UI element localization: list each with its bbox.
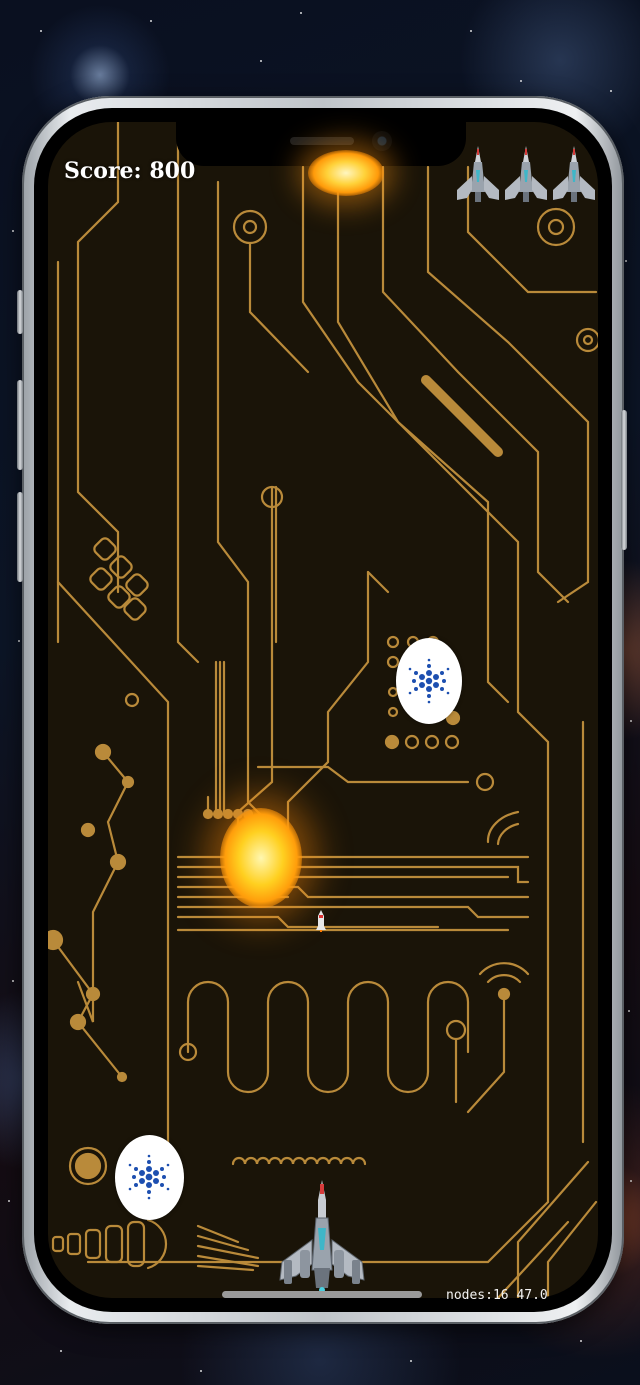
star [40, 30, 42, 32]
game-screen[interactable] [48, 122, 598, 1298]
home-indicator[interactable] [222, 1291, 422, 1298]
missile-icon [316, 910, 326, 932]
lives-indicator [455, 146, 595, 206]
volume-down-button [17, 492, 23, 582]
cardano-logo-icon [128, 1154, 170, 1200]
star [410, 1360, 412, 1362]
life-spaceship-icon [505, 146, 547, 202]
star [470, 30, 472, 32]
cardano-logo-icon [408, 658, 450, 704]
score-label: Score: 800 [64, 158, 196, 184]
star [150, 20, 152, 22]
star [12, 980, 14, 982]
life-spaceship-icon [553, 146, 595, 202]
star [625, 260, 627, 262]
silent-switch [17, 290, 23, 334]
cardano-coin[interactable] [396, 638, 462, 724]
star [18, 640, 20, 642]
power-button [621, 410, 627, 550]
life-spaceship-icon [457, 146, 499, 202]
star [520, 80, 522, 82]
star [260, 60, 262, 62]
star [300, 12, 302, 14]
star [610, 90, 612, 92]
earpiece-speaker [290, 137, 354, 145]
front-camera [372, 131, 392, 151]
debug-stats: nodes:16 47.0 [446, 1288, 548, 1303]
star [630, 1180, 632, 1182]
enemy-fireball [220, 808, 302, 908]
circuit-board-background [48, 122, 598, 1298]
star [630, 720, 632, 722]
star [580, 1340, 582, 1342]
player-spaceship-icon[interactable] [276, 1180, 368, 1292]
star [200, 1370, 202, 1372]
cardano-coin[interactable] [115, 1135, 184, 1220]
volume-up-button [17, 380, 23, 470]
star [8, 1200, 10, 1202]
star [60, 1350, 62, 1352]
enemy-fireball [308, 150, 384, 196]
star [628, 1010, 630, 1012]
star [12, 230, 14, 232]
